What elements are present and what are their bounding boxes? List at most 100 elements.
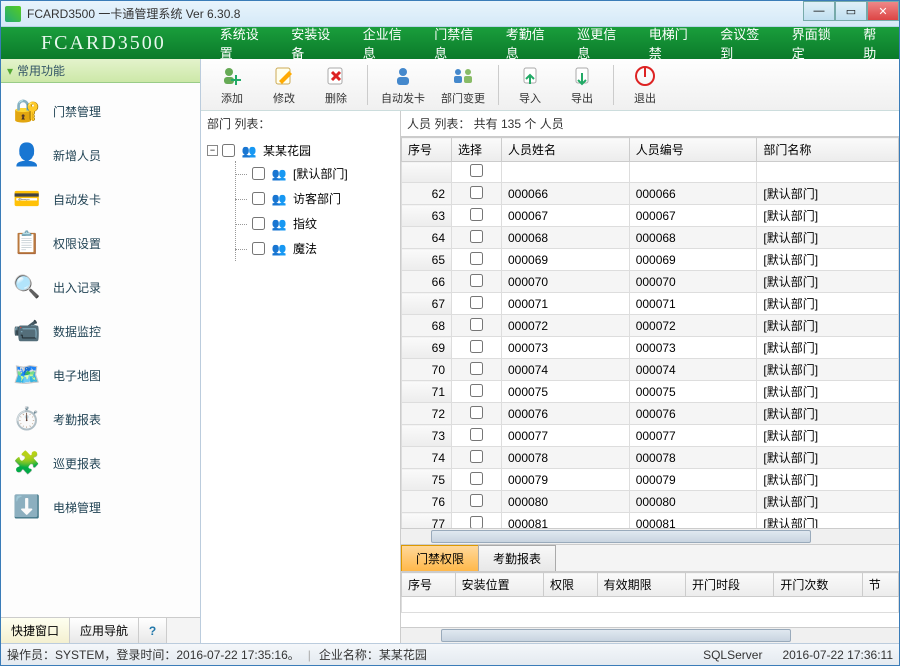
sidebar-func-8[interactable]: 🧩巡更报表 [5, 441, 196, 485]
row-checkbox[interactable] [470, 406, 483, 419]
perm-col-6[interactable]: 节 [862, 573, 898, 597]
tree-root[interactable]: − 👥 某某花园 [205, 140, 396, 161]
menu-item-8[interactable]: 界面锁定 [778, 27, 850, 59]
row-checkbox[interactable] [470, 450, 483, 463]
sidebar-func-9[interactable]: ⬇️电梯管理 [5, 485, 196, 529]
row-checkbox[interactable] [470, 494, 483, 507]
sidebar-func-5[interactable]: 📹数据监控 [5, 309, 196, 353]
perm-col-4[interactable]: 开门时段 [685, 573, 773, 597]
menu-item-2[interactable]: 企业信息 [349, 27, 421, 59]
deptchange-button[interactable]: 部门变更 [434, 61, 492, 109]
sidebar-func-4[interactable]: 🔍出入记录 [5, 265, 196, 309]
table-row[interactable]: 69000073000073[默认部门] [402, 337, 899, 359]
edit-button[interactable]: 修改 [259, 61, 309, 109]
table-row[interactable]: 63000067000067[默认部门] [402, 205, 899, 227]
table-row[interactable]: 62000066000066[默认部门] [402, 183, 899, 205]
menu-item-6[interactable]: 电梯门禁 [635, 27, 707, 59]
menu-item-3[interactable]: 门禁信息 [420, 27, 492, 59]
sidebar-tab-quick[interactable]: 快捷窗口 [1, 618, 70, 643]
permission-grid[interactable]: 序号安装位置权限有效期限开门时段开门次数节 [401, 571, 899, 627]
maximize-button[interactable]: ▭ [835, 1, 867, 21]
menu-item-5[interactable]: 巡更信息 [563, 27, 635, 59]
export-button[interactable]: 导出 [557, 61, 607, 109]
menu-item-7[interactable]: 会议签到 [706, 27, 778, 59]
perm-col-0[interactable]: 序号 [402, 573, 456, 597]
row-checkbox[interactable] [470, 230, 483, 243]
row-checkbox[interactable] [470, 318, 483, 331]
perm-col-1[interactable]: 安装位置 [455, 573, 543, 597]
sidebar-func-6[interactable]: 🗺️电子地图 [5, 353, 196, 397]
import-button[interactable]: 导入 [505, 61, 555, 109]
table-row[interactable]: 77000081000081[默认部门] [402, 513, 899, 529]
scrollbar-thumb[interactable] [441, 629, 791, 642]
exit-button[interactable]: 退出 [620, 61, 670, 109]
col-name[interactable]: 人员姓名 [502, 138, 630, 162]
table-row[interactable]: 64000068000068[默认部门] [402, 227, 899, 249]
minimize-button[interactable]: — [803, 1, 835, 21]
sidebar-tab-help[interactable]: ? [139, 618, 167, 643]
tab-access-permission[interactable]: 门禁权限 [401, 545, 479, 571]
col-code[interactable]: 人员编号 [629, 138, 757, 162]
row-checkbox[interactable] [470, 208, 483, 221]
sidebar-func-0[interactable]: 🔐门禁管理 [5, 89, 196, 133]
tree-node-3[interactable]: 👥魔法 [236, 236, 396, 261]
row-checkbox[interactable] [470, 274, 483, 287]
delete-button[interactable]: 删除 [311, 61, 361, 109]
row-checkbox[interactable] [470, 384, 483, 397]
col-select[interactable]: 选择 [452, 138, 502, 162]
table-row[interactable]: 70000074000074[默认部门] [402, 359, 899, 381]
table-row[interactable]: 72000076000076[默认部门] [402, 403, 899, 425]
h-scrollbar[interactable] [401, 528, 899, 544]
row-checkbox[interactable] [470, 362, 483, 375]
col-seq[interactable]: 序号 [402, 138, 452, 162]
row-checkbox[interactable] [470, 472, 483, 485]
tree-node-0[interactable]: 👥[默认部门] [236, 161, 396, 186]
sidebar-header[interactable]: ▾ 常用功能 [1, 59, 200, 83]
person-grid[interactable]: 序号 选择 人员姓名 人员编号 部门名称 62000066000066[默认部门… [401, 136, 899, 528]
sidebar-func-2[interactable]: 💳自动发卡 [5, 177, 196, 221]
col-dept[interactable]: 部门名称 [757, 138, 899, 162]
table-row[interactable]: 74000078000078[默认部门] [402, 447, 899, 469]
tree-collapse-icon[interactable]: − [207, 145, 218, 156]
row-checkbox[interactable] [470, 340, 483, 353]
sidebar-func-1[interactable]: 👤新增人员 [5, 133, 196, 177]
sidebar-func-3[interactable]: 📋权限设置 [5, 221, 196, 265]
tree-checkbox[interactable] [252, 167, 265, 180]
tab-attendance-report[interactable]: 考勤报表 [478, 545, 556, 571]
sidebar-func-7[interactable]: ⏱️考勤报表 [5, 397, 196, 441]
close-button[interactable]: ✕ [867, 1, 899, 21]
tree-root-checkbox[interactable] [222, 144, 235, 157]
menu-item-4[interactable]: 考勤信息 [492, 27, 564, 59]
table-row[interactable]: 66000070000070[默认部门] [402, 271, 899, 293]
table-row[interactable]: 73000077000077[默认部门] [402, 425, 899, 447]
menu-item-9[interactable]: 帮助 [849, 27, 899, 59]
table-row[interactable] [402, 162, 899, 183]
perm-col-3[interactable]: 有效期限 [597, 573, 685, 597]
row-checkbox[interactable] [470, 164, 483, 177]
row-checkbox[interactable] [470, 428, 483, 441]
table-row[interactable]: 76000080000080[默认部门] [402, 491, 899, 513]
table-row[interactable]: 71000075000075[默认部门] [402, 381, 899, 403]
tree-checkbox[interactable] [252, 217, 265, 230]
perm-col-2[interactable]: 权限 [543, 573, 597, 597]
tree-checkbox[interactable] [252, 192, 265, 205]
scrollbar-thumb[interactable] [431, 530, 811, 543]
table-row[interactable]: 65000069000069[默认部门] [402, 249, 899, 271]
sidebar-tab-nav[interactable]: 应用导航 [70, 618, 139, 643]
row-checkbox[interactable] [470, 296, 483, 309]
menu-item-1[interactable]: 安装设备 [277, 27, 349, 59]
add-button[interactable]: 添加 [207, 61, 257, 109]
autocard-button[interactable]: 自动发卡 [374, 61, 432, 109]
table-row[interactable]: 68000072000072[默认部门] [402, 315, 899, 337]
row-checkbox[interactable] [470, 516, 483, 529]
perm-col-5[interactable]: 开门次数 [774, 573, 862, 597]
menu-item-0[interactable]: 系统设置 [206, 27, 278, 59]
tree-node-1[interactable]: 👥访客部门 [236, 186, 396, 211]
table-row[interactable]: 67000071000071[默认部门] [402, 293, 899, 315]
row-checkbox[interactable] [470, 186, 483, 199]
row-checkbox[interactable] [470, 252, 483, 265]
tree-node-2[interactable]: 👥指纹 [236, 211, 396, 236]
h-scrollbar-bottom[interactable] [401, 627, 899, 643]
table-row[interactable]: 75000079000079[默认部门] [402, 469, 899, 491]
tree-checkbox[interactable] [252, 242, 265, 255]
